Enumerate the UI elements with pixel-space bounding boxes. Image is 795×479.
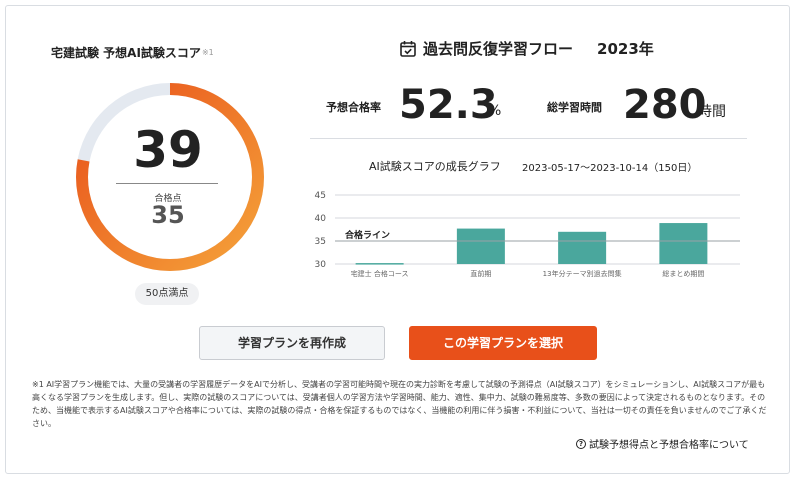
stats-divider (310, 138, 747, 139)
chart-x-tick-label: 総まとめ期間 (662, 269, 704, 278)
pass-line-label: 合格ライン (345, 229, 390, 241)
score-title-note: ※1 (201, 48, 214, 57)
study-time-value: 280 (623, 82, 707, 128)
score-info-link-label: 試験予想得点と予想合格率について (589, 440, 749, 451)
chart-date-range: 2023-05-17～2023-10-14（150日） (522, 163, 698, 174)
flow-year: 2023年 (597, 40, 654, 58)
pass-score-value: 35 (151, 201, 185, 229)
flow-title-text: 過去問反復学習フロー (423, 40, 574, 58)
score-growth-chart: 30 35 40 45 宅建士 合格コース 直前期 13年分テーマ別過去問集 総まとめ期間 合格… (315, 191, 740, 278)
chart-x-tick-label: 13年分テーマ別過去問集 (543, 269, 622, 278)
chart-y-tick-label: 40 (315, 214, 327, 224)
recreate-plan-button[interactable]: 学習プランを再作成 (199, 326, 385, 360)
pass-rate-label: 予想合格率 (326, 101, 381, 114)
score-title: 宅建試験 予想AI試験スコア※1 (51, 46, 214, 60)
score-info-link[interactable]: ? 試験予想得点と予想合格率について (576, 436, 749, 451)
disclaimer-text: ※1 AI学習プラン機能では、大量の受講者の学習履歴データをAIで分析し、受講者… (32, 380, 767, 428)
full-marks-badge: 50点満点 (135, 283, 199, 305)
chart-bar (456, 228, 505, 264)
chart-y-tick-label: 30 (315, 260, 327, 270)
chart-bar (659, 223, 708, 264)
question-circle-icon: ? (576, 438, 586, 449)
calendar-check-icon (400, 41, 416, 57)
ai-score-value: 39 (133, 121, 203, 179)
select-plan-button[interactable]: この学習プランを選択 (409, 326, 597, 360)
chart-x-tick-label: 宅建士 合格コース (351, 269, 409, 278)
chart-bar (355, 263, 404, 265)
chart-x-tick-label: 直前期 (470, 269, 491, 278)
pass-rate-unit: % (488, 103, 502, 119)
chart-bar (558, 231, 607, 264)
chart-y-tick-label: 45 (315, 191, 326, 201)
pass-rate-value: 52.3 (399, 82, 498, 128)
study-time-label: 総学習時間 (547, 101, 602, 114)
chart-y-tick-label: 35 (315, 237, 326, 247)
flow-title: 過去問反復学習フロー 2023年 (400, 38, 654, 59)
chart-title: AI試験スコアの成長グラフ (369, 160, 501, 173)
study-time-unit: 時間 (698, 104, 726, 120)
score-divider (116, 183, 218, 184)
